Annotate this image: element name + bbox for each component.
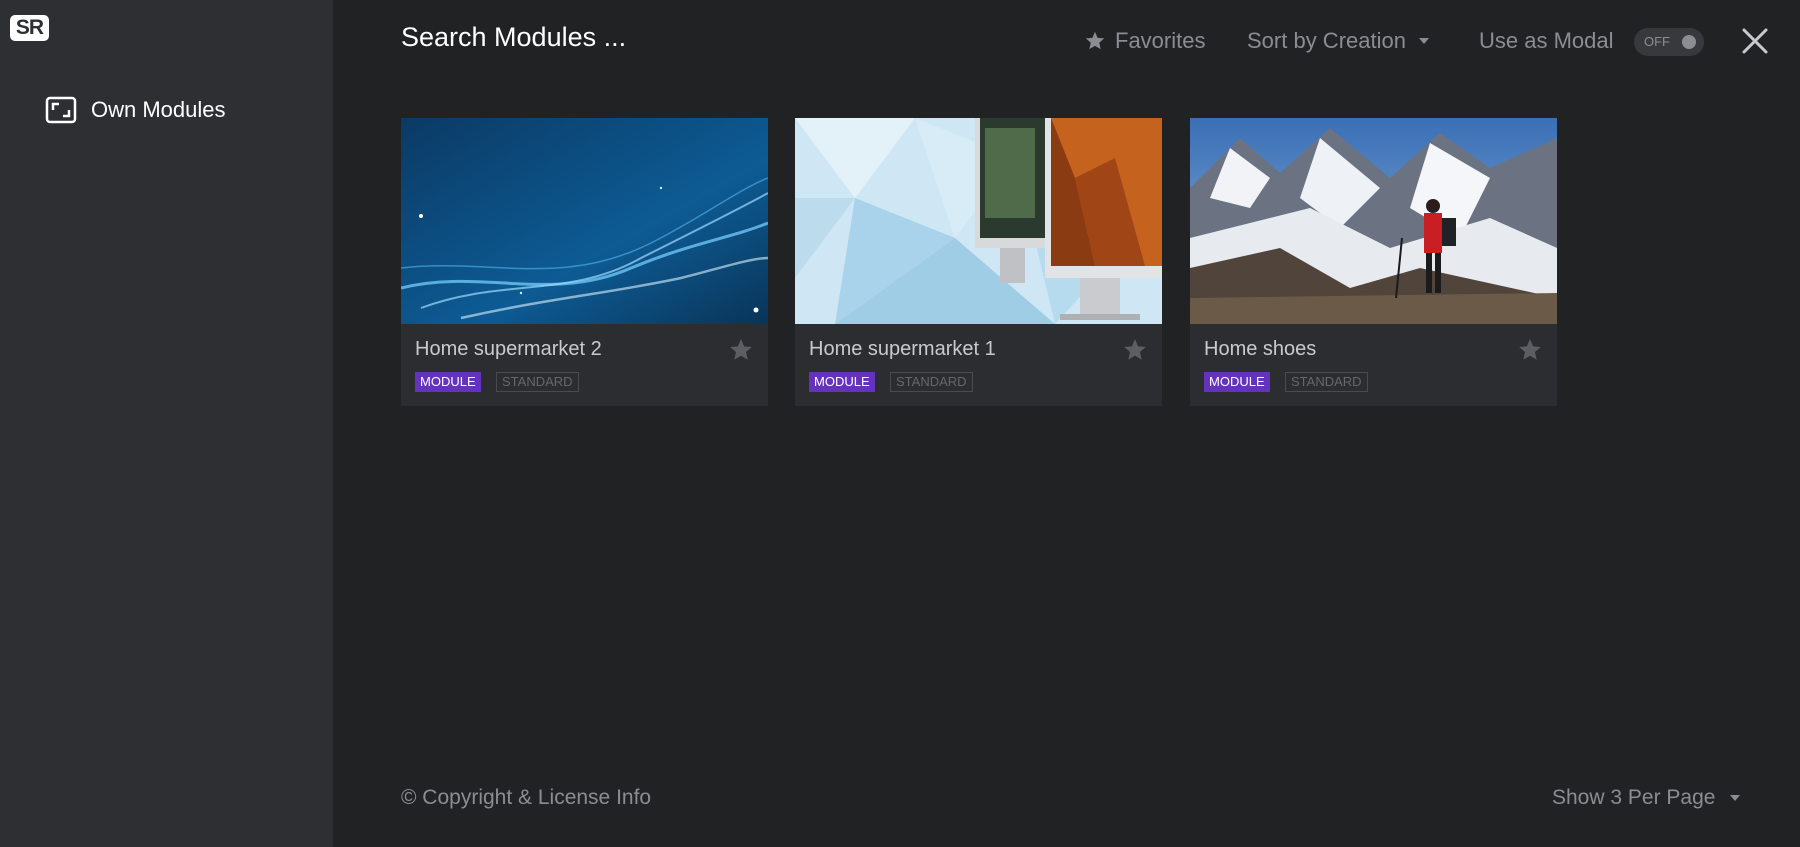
favorite-star-icon[interactable] — [728, 337, 754, 363]
sort-label: Sort by Creation — [1247, 28, 1406, 53]
sidebar-item-own-modules[interactable]: Own Modules — [45, 92, 226, 128]
caret-down-icon — [1418, 38, 1429, 44]
search-modules-input[interactable]: Search Modules ... — [401, 22, 626, 53]
favorites-label: Favorites — [1115, 28, 1206, 53]
copyright-license-link[interactable]: © Copyright & License Info — [401, 786, 651, 810]
module-thumbnail — [795, 118, 1162, 324]
module-category-tag: STANDARD — [1285, 372, 1368, 392]
module-card[interactable]: Home shoes MODULE STANDARD — [1190, 118, 1557, 406]
favorite-star-icon[interactable] — [1122, 337, 1148, 363]
sidebar: SR Own Modules — [0, 0, 333, 847]
module-type-tag: MODULE — [809, 372, 875, 392]
toggle-knob — [1682, 35, 1696, 49]
module-title: Home supermarket 2 — [415, 338, 602, 360]
module-thumbnail — [1190, 118, 1557, 324]
module-card[interactable]: Home supermarket 1 MODULE STANDARD — [795, 118, 1162, 406]
module-card[interactable]: Home supermarket 2 MODULE STANDARD — [401, 118, 768, 406]
module-type-tag: MODULE — [415, 372, 481, 392]
use-as-modal-label: Use as Modal — [1479, 28, 1614, 54]
favorites-button[interactable]: Favorites — [1084, 28, 1205, 54]
module-type-tag: MODULE — [1204, 372, 1270, 392]
sidebar-item-label: Own Modules — [91, 97, 226, 122]
module-frame-icon — [45, 96, 77, 124]
caret-down-icon — [1730, 795, 1741, 801]
favorite-star-icon[interactable] — [1517, 337, 1543, 363]
module-category-tag: STANDARD — [496, 372, 579, 392]
per-page-label: Show 3 Per Page — [1552, 786, 1716, 809]
logo: SR — [10, 15, 49, 41]
toggle-state-text: OFF — [1644, 34, 1670, 49]
per-page-dropdown[interactable]: Show 3 Per Page — [1552, 786, 1741, 810]
sort-dropdown[interactable]: Sort by Creation — [1247, 28, 1430, 54]
use-as-modal-toggle[interactable]: OFF — [1634, 28, 1704, 56]
app: SR Own Modules Search Modules ... Favori… — [0, 0, 1800, 847]
module-title: Home shoes — [1204, 338, 1317, 360]
close-icon[interactable] — [1741, 27, 1769, 55]
module-thumbnail — [401, 118, 768, 324]
star-icon — [1085, 31, 1105, 50]
module-title: Home supermarket 1 — [809, 338, 996, 360]
modal-label-text: Use as Modal — [1479, 28, 1614, 53]
module-category-tag: STANDARD — [890, 372, 973, 392]
